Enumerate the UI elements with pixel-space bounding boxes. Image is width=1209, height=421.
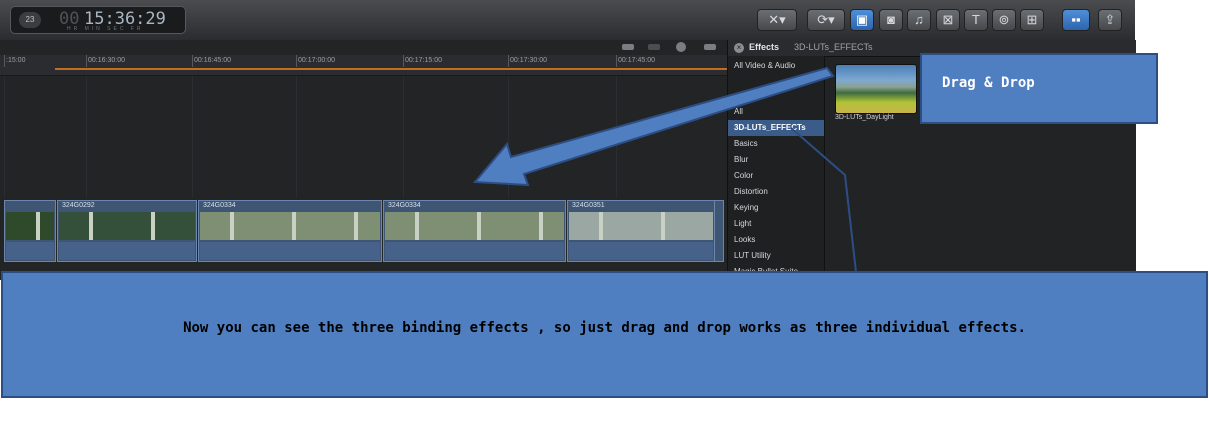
instruction-callout: Now you can see the three binding effect…: [1, 271, 1208, 398]
instruction-text: Now you can see the three binding effect…: [183, 320, 1026, 336]
pointer-line: [790, 127, 857, 273]
drag-drop-label: Drag & Drop: [942, 75, 1035, 91]
fcp-window: 23 00 15:36:29 HR MIN SEC FR ✕▾ ⟳▾ ▣ ◙ ♫ ⊠ T ⊚ ⊞…: [0, 0, 1209, 421]
drag-arrow: [472, 66, 835, 187]
drag-drop-callout: Drag & Drop: [920, 53, 1158, 124]
